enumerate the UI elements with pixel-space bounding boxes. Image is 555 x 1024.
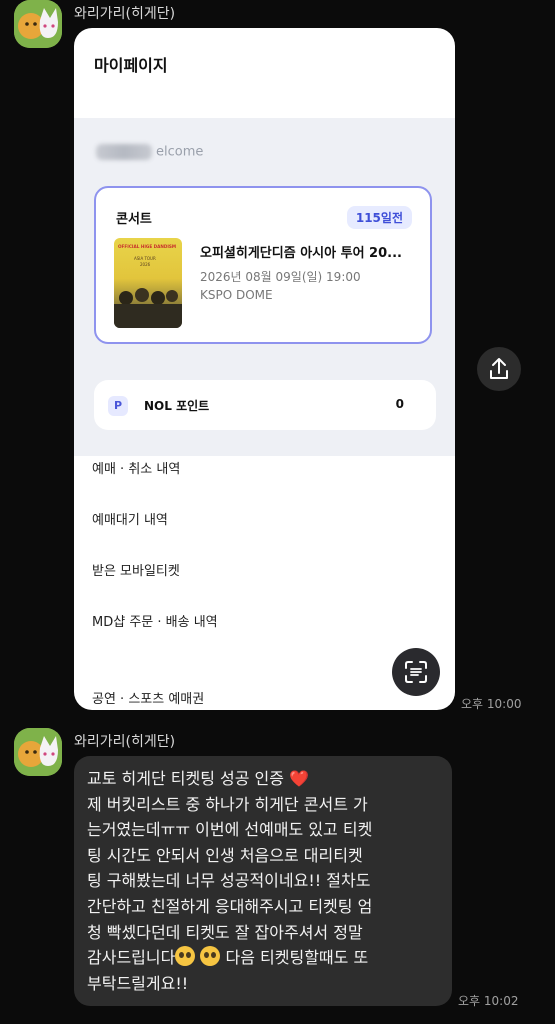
- page-title: 마이페이지: [94, 56, 168, 75]
- share-button[interactable]: [477, 347, 521, 391]
- menu-item-waitlist[interactable]: 예매대기 내역: [92, 509, 168, 528]
- message-line: 팅 구해봤는데 너무 성공적이네요!! 절차도: [87, 871, 371, 891]
- points-card[interactable]: P NOL 포인트 0: [94, 380, 436, 430]
- blurred-username: [96, 144, 152, 160]
- message-line: 감사드립니다 다음 티켓팅할때도 또: [87, 946, 369, 968]
- share-icon: [490, 358, 508, 379]
- menu-item-mobile-tickets[interactable]: 받은 모바일티켓: [92, 560, 180, 579]
- message-line: 팅 시간도 안되서 인생 처음으로 대리티켓: [87, 845, 363, 865]
- welcome-text: elcome: [96, 144, 203, 160]
- scan-icon: [405, 661, 427, 683]
- heart-emoji-icon: ❤️: [289, 769, 309, 788]
- concert-ticket-card[interactable]: 콘서트 115일전 OFFICIAL HIGE DANDISM ASIA TOU…: [94, 186, 432, 344]
- points-icon: P: [108, 396, 128, 416]
- sender-name: 와리가리(히게단): [74, 734, 176, 750]
- menu-item-vouchers[interactable]: 공연 · 스포츠 예매권: [92, 688, 204, 707]
- sender-avatar[interactable]: [14, 728, 62, 776]
- character-avatar-icon: [14, 728, 62, 776]
- poster-line-1: OFFICIAL HIGE DANDISM: [118, 244, 176, 249]
- sender-avatar[interactable]: [14, 0, 62, 48]
- pleading-face-emoji-icon: [175, 946, 196, 967]
- character-avatar-icon: [14, 0, 62, 48]
- shared-screenshot-image[interactable]: 마이페이지 elcome 콘서트 115일전 OFFICIAL HIGE DAN…: [74, 28, 455, 710]
- message-bubble[interactable]: 교토 히게단 티켓팅 성공 인증 ❤️ 제 버킷리스트 중 하나가 히게단 콘서…: [74, 756, 452, 1006]
- sender-name: 와리가리(히게단): [74, 6, 176, 22]
- message-line: 청 빡셌다던데 티켓도 잘 잡아주셔서 정말: [87, 922, 363, 942]
- message-time: 오후 10:00: [461, 697, 522, 711]
- poster-line-2: ASIA TOUR: [134, 256, 156, 261]
- message-line: 부탁드릴게요!!: [87, 973, 189, 993]
- profile-section: elcome 콘서트 115일전 OFFICIAL HIGE DANDISM A…: [74, 118, 455, 456]
- points-label: NOL 포인트: [144, 399, 210, 413]
- poster-line-3: 2026: [140, 262, 151, 267]
- concert-title: 오피셜히게단디즘 아시아 투어 20...: [200, 246, 402, 261]
- message-line: 교토 히게단 티켓팅 성공 인증 ❤️: [87, 769, 309, 788]
- menu-item-md-orders[interactable]: MD샵 주문 · 배송 내역: [92, 611, 218, 630]
- scan-button[interactable]: [392, 648, 440, 696]
- message-line: 제 버킷리스트 중 하나가 히게단 콘서트 가: [87, 794, 368, 814]
- dday-badge: 115일전: [346, 206, 412, 229]
- menu-item-booking-history[interactable]: 예매 · 취소 내역: [92, 458, 180, 477]
- concert-category: 콘서트: [116, 212, 152, 227]
- concert-poster: OFFICIAL HIGE DANDISM ASIA TOUR 2026: [114, 238, 182, 328]
- concert-datetime: 2026년 08월 09일(일) 19:00: [200, 270, 361, 284]
- points-value: 0: [395, 397, 404, 411]
- message-line: 는거였는데ㅠㅠ 이번에 선예매도 있고 티켓: [87, 820, 373, 840]
- concert-venue: KSPO DOME: [200, 288, 273, 302]
- poster-image: OFFICIAL HIGE DANDISM ASIA TOUR 2026: [114, 244, 182, 328]
- message-time: 오후 10:02: [458, 994, 519, 1008]
- pleading-face-emoji-icon: [200, 946, 221, 967]
- message-line: 간단하고 친절하게 응대해주시고 티켓팅 엄: [87, 896, 373, 916]
